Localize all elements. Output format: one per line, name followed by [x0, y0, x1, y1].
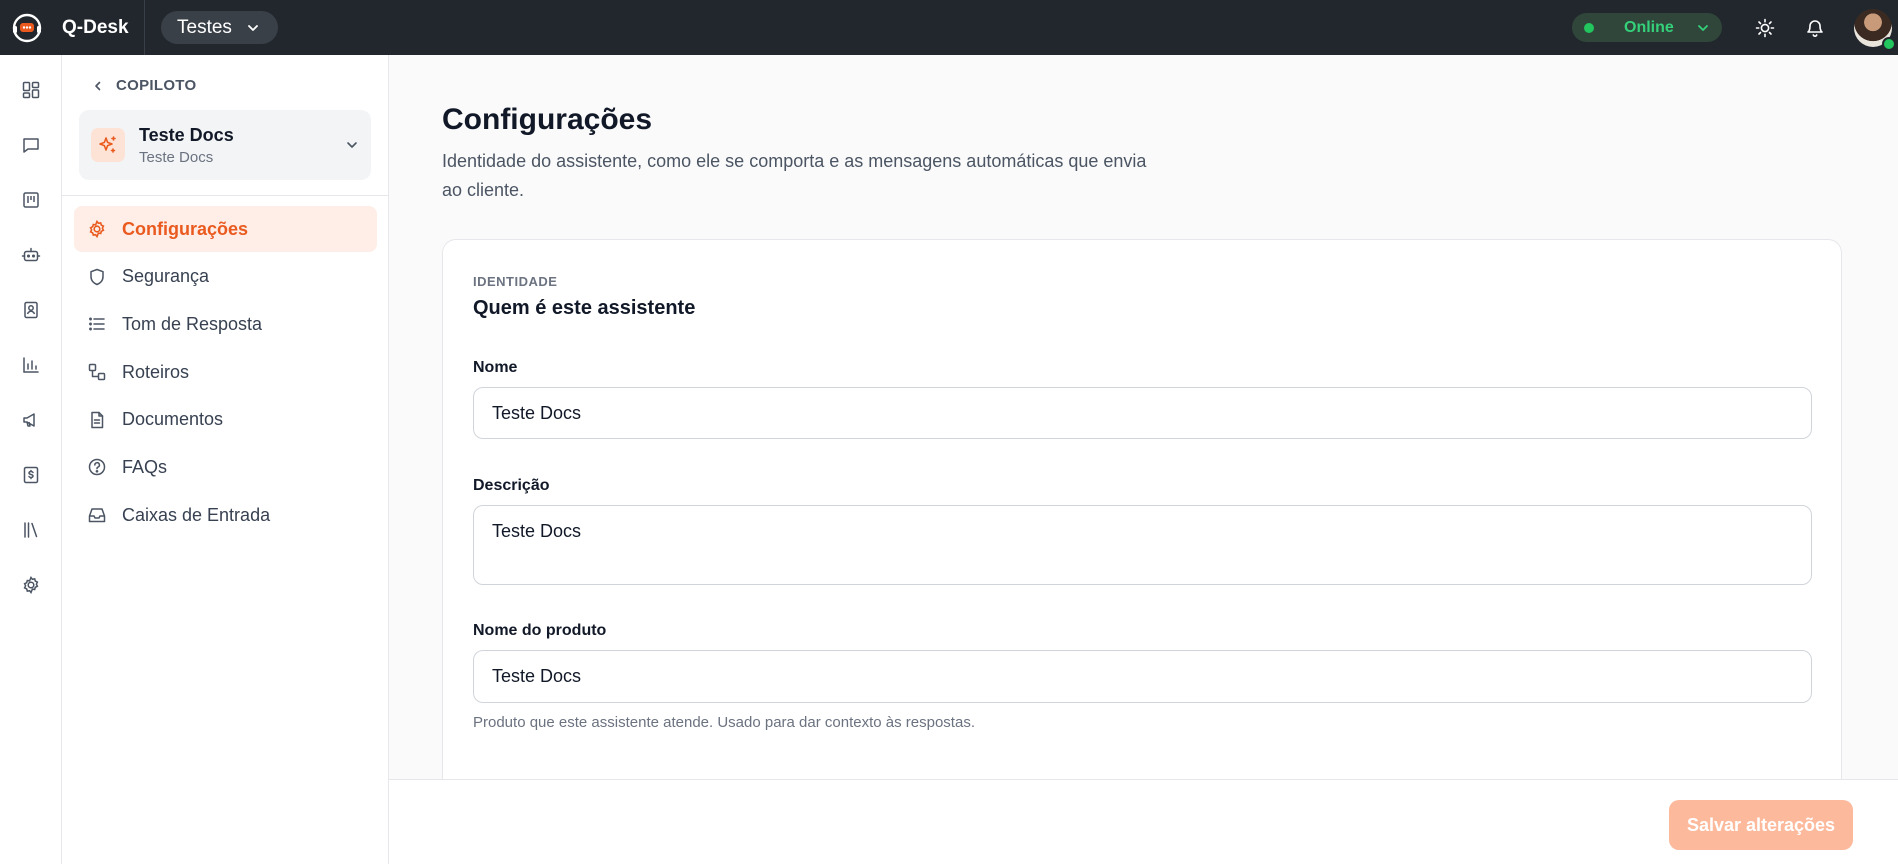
- sidebar-item-caixas-de-entrada[interactable]: Caixas de Entrada: [74, 492, 377, 538]
- topbar: Q-Desk Testes Online: [0, 0, 1898, 55]
- shield-icon: [86, 266, 108, 288]
- identity-card: IDENTIDADE Quem é este assistente Nome T…: [442, 239, 1842, 820]
- inbox-icon: [86, 504, 108, 526]
- sidebar-item-tom-de-resposta[interactable]: Tom de Resposta: [74, 301, 377, 347]
- chevron-down-icon: [347, 142, 357, 148]
- workflow-icon: [86, 361, 108, 383]
- gear-icon: [86, 218, 108, 240]
- sidebar-item-seguranca[interactable]: Segurança: [74, 254, 377, 300]
- status-selector[interactable]: Online: [1572, 13, 1722, 42]
- campaigns-icon: [23, 413, 35, 427]
- rail-conversations[interactable]: [0, 125, 62, 165]
- description-label: Descrição: [473, 477, 550, 494]
- avatar-online-indicator: [1882, 36, 1896, 51]
- name-input[interactable]: Teste Docs: [473, 387, 1812, 439]
- document-icon: [86, 409, 108, 431]
- save-button[interactable]: Salvar alterações: [1669, 800, 1853, 850]
- sidebar-item-label: Caixas de Entrada: [122, 504, 271, 525]
- workspace-selector[interactable]: Testes: [161, 11, 278, 44]
- sidebar-divider: [62, 195, 389, 196]
- sidebar-item-label: Segurança: [122, 266, 210, 287]
- chevron-down-icon: [248, 24, 258, 31]
- rail-dashboard[interactable]: [0, 70, 62, 110]
- sidebar-item-faqs[interactable]: FAQs: [74, 444, 377, 490]
- billing-icon: [23, 466, 39, 484]
- bot-icon: [21, 247, 41, 262]
- section-title: Quem é este assistente: [473, 297, 696, 319]
- rail-reports[interactable]: [0, 345, 62, 385]
- section-label: IDENTIDADE: [473, 274, 558, 289]
- rail-library[interactable]: [0, 510, 62, 550]
- help-circle-icon: [86, 456, 108, 478]
- sidebar-item-label: Roteiros: [122, 361, 190, 382]
- rail-settings[interactable]: [0, 565, 62, 605]
- settings-icon: [23, 576, 39, 594]
- status-dot: [1584, 22, 1594, 33]
- dashboard-icon: [22, 81, 40, 99]
- q-desk-logo-icon: [10, 11, 44, 45]
- chevron-left-icon: [95, 81, 101, 90]
- sidebar-item-label: Configurações: [122, 218, 249, 239]
- assistant-name: Teste Docs: [139, 124, 234, 145]
- sparkles-icon: [91, 128, 125, 162]
- main-content: Configurações Identidade do assistente, …: [389, 55, 1898, 864]
- app-name: Q-Desk: [62, 16, 129, 38]
- product-name-hint: Produto que este assistente atende. Usad…: [473, 714, 975, 731]
- form-footer: Salvar alterações: [389, 779, 1898, 864]
- library-icon: [24, 522, 38, 538]
- page-title: Configurações: [442, 103, 653, 136]
- rail-billing[interactable]: [0, 455, 62, 495]
- back-label: COPILOTO: [116, 77, 197, 94]
- sidebar-item-label: Tom de Resposta: [122, 313, 263, 334]
- chat-icon: [23, 138, 39, 153]
- rail-campaigns[interactable]: [0, 400, 62, 440]
- rail-kanban[interactable]: [0, 180, 62, 220]
- icon-rail: [0, 55, 62, 864]
- bell-icon: [1807, 19, 1823, 37]
- copilot-nav: Configurações Segurança Tom de Resposta …: [74, 206, 377, 540]
- workspace-label: Testes: [177, 16, 232, 38]
- back-to-copilot-link[interactable]: COPILOTO: [92, 77, 196, 94]
- list-icon: [86, 313, 108, 335]
- chevron-down-icon: [1698, 24, 1708, 31]
- sidebar-item-documentos[interactable]: Documentos: [74, 397, 377, 443]
- assistant-subtitle: Teste Docs: [139, 148, 214, 166]
- rail-contacts[interactable]: [0, 290, 62, 330]
- assistant-selector[interactable]: Teste Docs Teste Docs: [79, 110, 371, 180]
- product-name-label: Nome do produto: [473, 622, 607, 639]
- product-name-input[interactable]: Teste Docs: [473, 650, 1812, 703]
- user-avatar[interactable]: [1854, 8, 1896, 51]
- kanban-icon: [23, 192, 39, 208]
- contacts-icon: [24, 301, 38, 319]
- sidebar-item-roteiros[interactable]: Roteiros: [74, 349, 377, 395]
- brand[interactable]: Q-Desk: [0, 0, 145, 55]
- description-textarea[interactable]: Teste Docs: [473, 505, 1812, 585]
- reports-icon: [23, 357, 39, 373]
- name-label: Nome: [473, 359, 518, 376]
- sidebar-item-label: Documentos: [122, 409, 224, 430]
- status-label: Online: [1624, 18, 1674, 36]
- notifications-button[interactable]: [1790, 0, 1840, 55]
- copilot-sidebar: COPILOTO Teste Docs Teste Docs Configura…: [62, 55, 389, 864]
- sidebar-item-label: FAQs: [122, 456, 168, 477]
- sun-icon: [1755, 18, 1775, 37]
- theme-toggle-button[interactable]: [1740, 0, 1790, 55]
- rail-copilot[interactable]: [0, 235, 62, 275]
- page-description: Identidade do assistente, como ele se co…: [442, 151, 1147, 200]
- sidebar-item-configuracoes[interactable]: Configurações: [74, 206, 377, 252]
